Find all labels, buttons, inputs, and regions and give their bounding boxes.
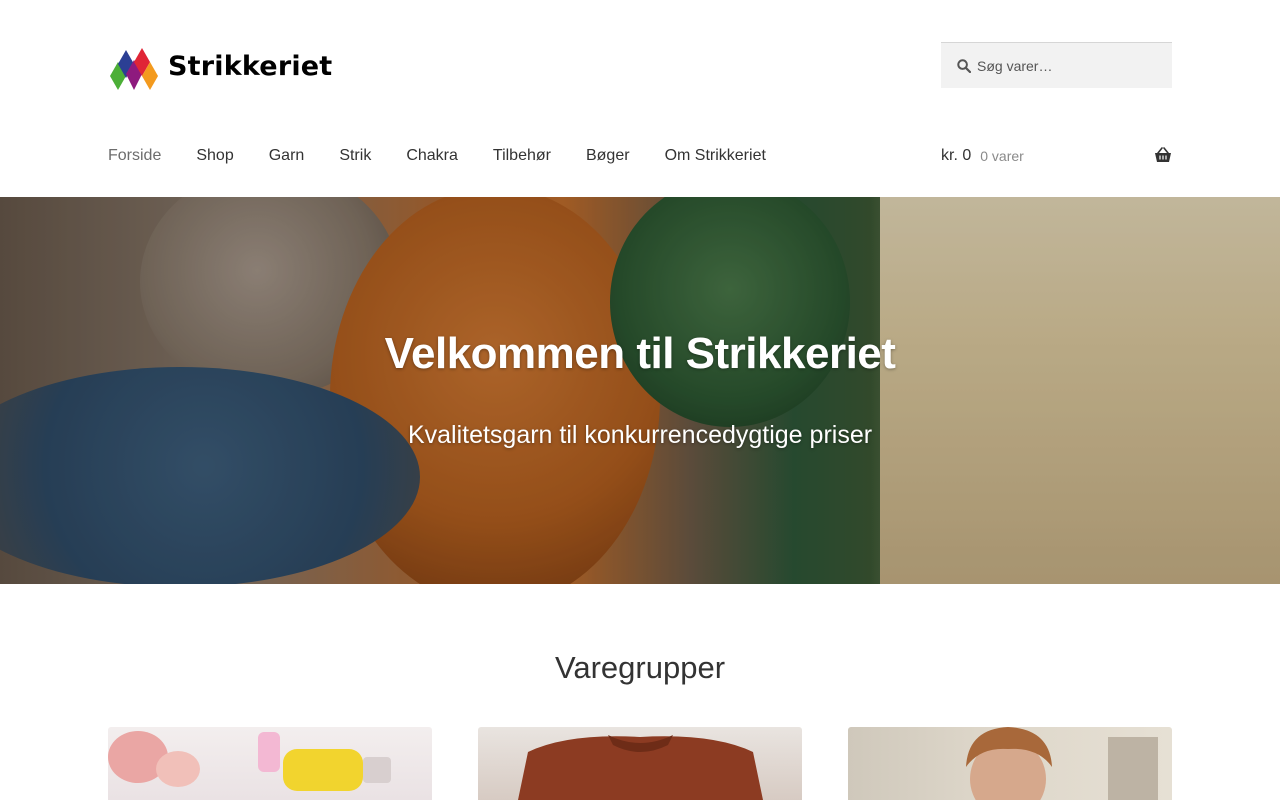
logo-mark-icon bbox=[110, 48, 158, 90]
nav-item-garn[interactable]: Garn bbox=[269, 136, 305, 176]
logo-text: Strikkeriet bbox=[168, 50, 333, 82]
hero-title: Velkommen til Strikkeriet bbox=[384, 329, 896, 378]
nav-item-boger[interactable]: Bøger bbox=[586, 136, 630, 176]
search-box[interactable] bbox=[941, 42, 1172, 88]
category-image-oil bbox=[108, 731, 391, 791]
main-navigation: Forside Shop Garn Strik Chakra Tilbehør … bbox=[108, 136, 801, 176]
nav-item-om-strikkeriet[interactable]: Om Strikkeriet bbox=[665, 136, 766, 176]
nav-item-tilbehor[interactable]: Tilbehør bbox=[493, 136, 551, 176]
basket-icon bbox=[1155, 147, 1171, 162]
nav-item-strik[interactable]: Strik bbox=[339, 136, 371, 176]
search-icon bbox=[957, 58, 971, 73]
hero-subtitle: Kvalitetsgarn til konkurrencedygtige pri… bbox=[407, 421, 873, 449]
category-card-1[interactable] bbox=[108, 727, 432, 800]
hero-banner: Velkommen til Strikkeriet Kvalitetsgarn … bbox=[0, 197, 1280, 584]
cart-link[interactable]: kr. 0 0 varer bbox=[941, 136, 1172, 176]
cart-count: 0 varer bbox=[980, 148, 1024, 164]
nav-item-shop[interactable]: Shop bbox=[196, 136, 233, 176]
cart-amount: kr. 0 bbox=[941, 147, 972, 164]
site-header: Strikkeriet Forside Shop Garn Strik Chak… bbox=[0, 0, 1280, 197]
category-image-sweater bbox=[518, 735, 763, 800]
nav-item-chakra[interactable]: Chakra bbox=[406, 136, 458, 176]
search-input[interactable] bbox=[977, 57, 1157, 74]
category-card-3[interactable] bbox=[848, 727, 1172, 800]
nav-item-forside[interactable]: Forside bbox=[108, 136, 161, 176]
category-image-person bbox=[966, 727, 1158, 800]
category-card-2[interactable] bbox=[478, 727, 802, 800]
section-title: Varegrupper bbox=[554, 650, 726, 685]
site-logo[interactable]: Strikkeriet bbox=[108, 42, 332, 90]
